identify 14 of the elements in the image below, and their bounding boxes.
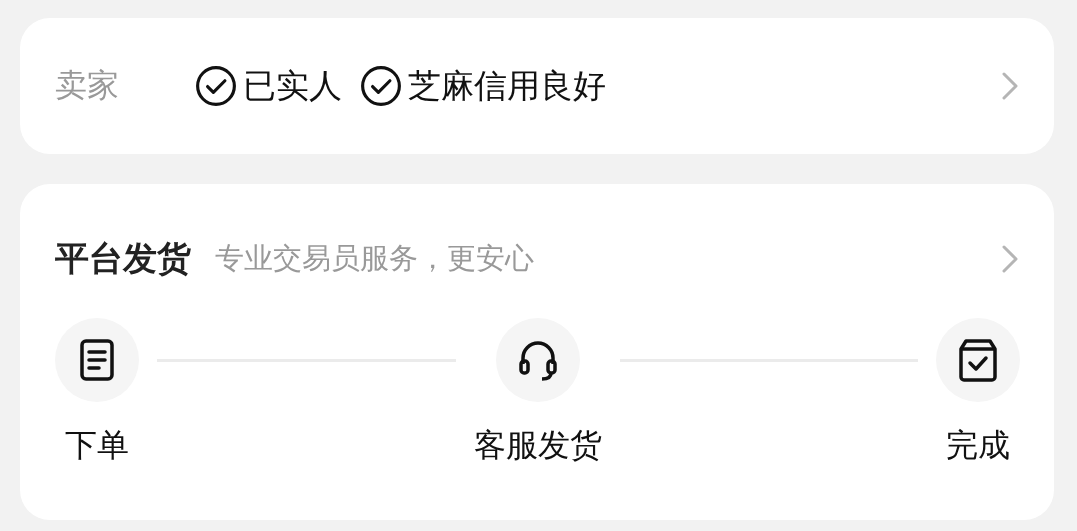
step-label: 完成 xyxy=(946,425,1010,466)
verification-label: 已实人 xyxy=(243,64,342,107)
verification-label: 芝麻信用良好 xyxy=(408,64,606,107)
step-label: 客服发货 xyxy=(473,425,602,466)
chevron-right-icon xyxy=(1000,244,1020,274)
shipping-subtitle: 专业交易员服务，更安心 xyxy=(215,240,534,277)
shipping-title: 平台发货 xyxy=(55,237,191,280)
shipping-card[interactable]: 平台发货 专业交易员服务，更安心 下单 客服发货 完成 xyxy=(20,184,1054,520)
check-circle-icon xyxy=(195,65,237,107)
check-circle-icon xyxy=(360,65,402,107)
seller-label: 卖家 xyxy=(55,65,120,106)
chevron-right-icon xyxy=(1000,71,1020,101)
step-label: 下单 xyxy=(65,425,129,466)
seller-card[interactable]: 卖家 已实人 芝麻信用良好 xyxy=(20,18,1054,154)
